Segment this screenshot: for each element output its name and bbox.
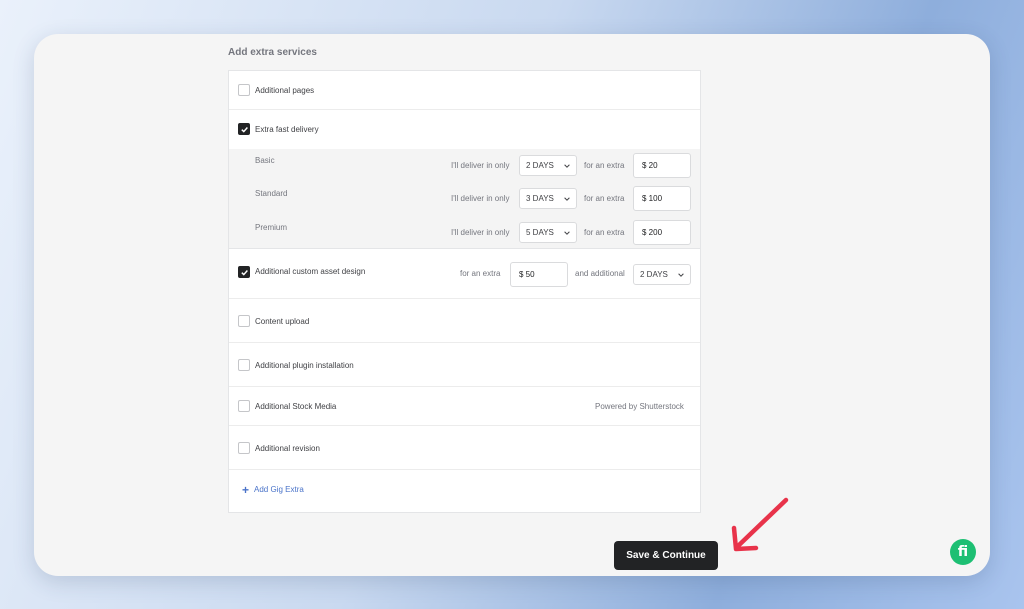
service-row-content-upload: Content upload [229,299,700,343]
chevron-down-icon [564,197,570,201]
deliver-label: I'll deliver in only [451,161,510,170]
service-label: Additional plugin installation [255,361,354,370]
extra-label: for an extra [584,228,625,237]
tier-name-premium: Premium [255,223,288,232]
service-label: Additional revision [255,444,320,453]
red-arrow-annotation-icon [731,497,789,552]
shutterstock-note: Powered by Shutterstock [595,402,684,411]
app-window: Add extra services Additional pages Extr… [34,34,990,576]
service-label: Additional custom asset design [255,267,366,276]
deliver-label: I'll deliver in only [451,194,510,203]
checkbox-content-upload[interactable] [238,315,250,327]
tier-name-standard: Standard [255,189,288,198]
extra-label: for an extra [460,269,501,278]
section-title: Add extra services [228,47,317,58]
checkbox-plugin-installation[interactable] [238,359,250,371]
price-input-standard[interactable]: $ 100 [633,186,691,211]
service-label: Additional pages [255,86,315,95]
chevron-down-icon [564,164,570,168]
fiverr-logo-icon[interactable]: fi [950,539,976,565]
extra-label: for an extra [584,194,625,203]
price-input-basic[interactable]: $ 20 [633,153,691,178]
service-label: Extra fast delivery [255,125,319,134]
service-label: Content upload [255,317,310,326]
days-select-standard[interactable]: 3 DAYS [519,188,577,209]
checkbox-additional-revision[interactable] [238,442,250,454]
price-input-premium[interactable]: $ 200 [633,220,691,245]
service-row-extra-fast-delivery: Extra fast delivery [229,110,700,149]
checkmark-icon [240,126,248,133]
fast-delivery-tiers: Basic I'll deliver in only 2 DAYS for an… [229,149,700,249]
save-and-continue-button[interactable]: Save & Continue [614,541,718,570]
checkbox-stock-media[interactable] [238,400,250,412]
checkbox-additional-pages[interactable] [238,84,250,96]
add-gig-extra-label: Add Gig Extra [254,485,304,494]
service-row-additional-pages: Additional pages [229,71,700,110]
checkbox-custom-asset-design[interactable] [238,266,250,278]
extra-services-panel: Additional pages Extra fast delivery Bas… [228,70,701,513]
add-gig-extra-link[interactable]: + Add Gig Extra [242,482,304,497]
service-row-additional-revision: Additional revision [229,426,700,470]
days-select-basic[interactable]: 2 DAYS [519,155,577,176]
checkbox-extra-fast-delivery[interactable] [238,123,250,135]
service-row-custom-asset-design: Additional custom asset design for an ex… [229,249,700,299]
deliver-label: I'll deliver in only [451,228,510,237]
plus-icon: + [242,482,250,497]
checkmark-icon [240,269,248,276]
additional-label: and additional [575,269,625,278]
service-label: Additional Stock Media [255,402,337,411]
service-row-plugin-installation: Additional plugin installation [229,343,700,387]
chevron-down-icon [564,231,570,235]
service-row-stock-media: Additional Stock Media Powered by Shutte… [229,387,700,426]
tier-name-basic: Basic [255,156,275,165]
price-input-custom-asset[interactable]: $ 50 [510,262,568,287]
days-select-premium[interactable]: 5 DAYS [519,222,577,243]
days-select-custom-asset[interactable]: 2 DAYS [633,264,691,285]
chevron-down-icon [678,273,684,277]
extra-label: for an extra [584,161,625,170]
